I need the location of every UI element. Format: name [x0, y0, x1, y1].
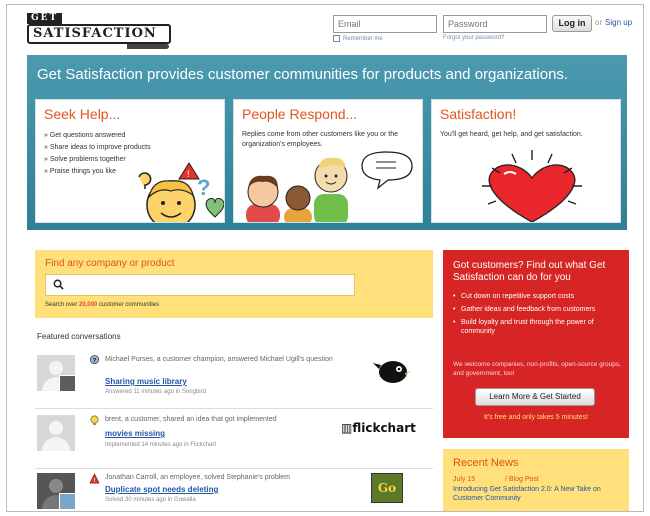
card-satisfaction: Satisfaction! You'll get heard, get help… — [431, 99, 621, 223]
question-icon: ? — [90, 355, 99, 364]
conversation-item[interactable]: brent, a customer, shared an idea that g… — [35, 411, 433, 469]
promo-list: Cut down on repetitive support costs Gat… — [453, 292, 623, 340]
signup-link[interactable]: Sign up — [605, 18, 632, 27]
search-icon — [53, 279, 64, 290]
hero-banner: Get Satisfaction provides customer commu… — [27, 55, 627, 230]
search-panel: Find any company or product Search over … — [35, 250, 433, 318]
songbird-logo-icon[interactable] — [361, 355, 421, 385]
smiling-face-illustration: ! ? — [138, 162, 224, 222]
search-sub-prefix: Search over — [45, 302, 78, 308]
flickchart-logo-text: flickchart — [352, 421, 416, 435]
card-list-item: Share ideas to improve products — [44, 142, 151, 154]
card-text: Replies come from other customers like y… — [242, 131, 399, 148]
remember-checkbox[interactable] — [333, 35, 340, 42]
idea-icon — [90, 415, 99, 426]
conversation-text: Jonathan Carroll, an employee, solved St… — [105, 474, 291, 481]
search-sub-suffix: customer communities — [99, 302, 160, 308]
card-title: Satisfaction! — [440, 106, 517, 122]
promo-list-item: Cut down on repetitive support costs — [453, 292, 623, 301]
password-field[interactable] — [443, 15, 547, 33]
conversation-item[interactable]: ! Jonathan Carroll, an employee, solved … — [35, 469, 433, 511]
featured-title: Featured conversations — [37, 332, 121, 341]
news-headline-link[interactable]: Introducing Get Satisfaction 2.0: A New … — [453, 485, 623, 503]
search-subtitle: Search over 20,000 customer communities — [45, 302, 159, 308]
avatar[interactable] — [37, 473, 75, 509]
svg-text:!: ! — [94, 478, 96, 484]
or-text: or — [595, 18, 603, 27]
promo-list-item: Gather ideas and feedback from customers — [453, 305, 623, 314]
card-title: People Respond... — [242, 106, 358, 122]
card-list-item: Get questions answered — [44, 130, 151, 142]
conversation-meta: Implemented 14 minutes ago in Flickchart — [105, 442, 217, 448]
card-seek-help: Seek Help... Get questions answered Shar… — [35, 99, 225, 223]
avatar-body — [42, 437, 70, 451]
promo-welcome: We welcome companies, non-profits, open-… — [453, 361, 621, 377]
conversation-text: Michael Purses, a customer champion, ans… — [105, 356, 333, 363]
conversation-text: brent, a customer, shared an idea that g… — [105, 416, 277, 423]
avatar[interactable] — [37, 415, 75, 451]
search-title: Find any company or product — [45, 258, 175, 269]
conversation-link[interactable]: Sharing music library — [105, 377, 187, 386]
gowalla-logo[interactable]: Go — [371, 473, 403, 503]
heart-illustration — [482, 150, 582, 222]
news-title: Recent News — [453, 457, 519, 469]
card-title: Seek Help... — [44, 106, 121, 122]
people-illustration — [246, 151, 413, 222]
avatar[interactable] — [37, 355, 75, 391]
mini-avatar[interactable] — [59, 493, 75, 509]
svg-text:?: ? — [92, 357, 96, 364]
conversation-meta: Answered 11 minutes ago in Songbird — [105, 389, 206, 395]
flickchart-logo[interactable]: ▥flickchart — [341, 421, 425, 435]
login-button[interactable]: Log in — [552, 15, 592, 32]
conversation-link[interactable]: Duplicate spot needs deleting — [105, 485, 218, 494]
remember-label: Remember me — [343, 35, 383, 42]
avatar-head — [49, 361, 63, 375]
logo-top-text: GET — [27, 13, 63, 24]
search-input[interactable] — [45, 274, 355, 296]
forgot-password-link[interactable]: Forgot your password? — [443, 35, 504, 41]
logo-pen-graphic — [127, 44, 169, 49]
conversation-item[interactable]: ? Michael Purses, a customer champion, a… — [35, 351, 433, 409]
promo-list-item: Build loyalty and trust through the powe… — [453, 318, 623, 336]
learn-more-button[interactable]: Learn More & Get Started — [475, 388, 595, 406]
promo-free-note: It's free and only takes 5 minutes! — [483, 414, 589, 421]
community-count: 20,000 — [79, 302, 98, 308]
svg-text:?: ? — [197, 175, 210, 200]
recent-news-panel: Recent News July 15 / Blog Post Introduc… — [443, 449, 629, 511]
film-icon: ▥ — [341, 421, 353, 435]
problem-icon: ! — [89, 473, 100, 484]
avatar-head — [49, 421, 63, 435]
news-date: July 15 — [453, 476, 476, 483]
site-logo[interactable]: GET SATISFACTION — [27, 13, 175, 49]
email-field[interactable] — [333, 15, 437, 33]
page-frame: GET SATISFACTION Remember me Forgot your… — [6, 4, 644, 512]
logo-main-text: SATISFACTION — [27, 24, 171, 44]
mini-avatar[interactable] — [59, 375, 75, 391]
avatar-head — [49, 479, 63, 493]
promo-panel: Got customers? Find out what Get Satisfa… — [443, 250, 629, 438]
conversation-link[interactable]: movies missing — [105, 429, 165, 438]
promo-title: Got customers? Find out what Get Satisfa… — [453, 260, 606, 283]
card-people-respond: People Respond... Replies come from othe… — [233, 99, 423, 223]
remember-me[interactable]: Remember me — [333, 35, 383, 42]
conversation-meta: Solved 30 minutes ago in Gowalla — [105, 497, 196, 503]
svg-text:!: ! — [187, 169, 190, 179]
hero-title: Get Satisfaction provides customer commu… — [37, 66, 569, 83]
card-text: You'll get heard, get help, and get sati… — [440, 131, 583, 138]
news-category: / Blog Post — [505, 476, 539, 483]
